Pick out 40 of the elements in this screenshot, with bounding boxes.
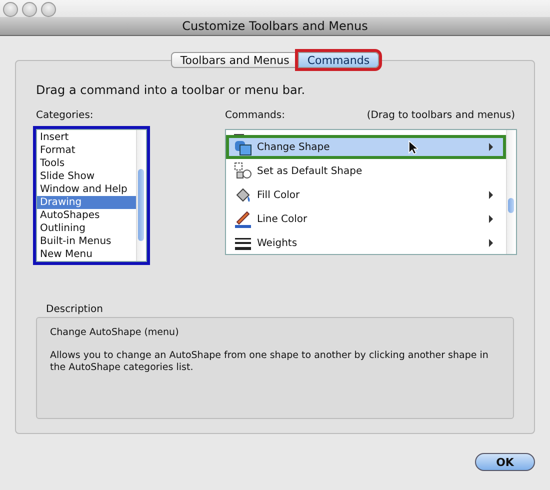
list-item[interactable]: Drawing bbox=[37, 196, 136, 209]
list-item[interactable]: AutoShapes bbox=[37, 209, 136, 222]
zoom-button[interactable] bbox=[41, 2, 56, 17]
command-item[interactable]: Weights bbox=[226, 231, 506, 254]
instruction-text: Drag a command into a toolbar or menu bar. bbox=[36, 83, 306, 97]
list-item[interactable]: Insert bbox=[37, 131, 136, 144]
pencil-icon bbox=[234, 210, 252, 228]
description-text: Allows you to change an AutoShape from one shape to another by clicking another shape in the AutoShape categories list. bbox=[50, 350, 490, 374]
list-item[interactable]: Format bbox=[37, 144, 136, 157]
close-button[interactable] bbox=[3, 2, 18, 17]
scroll-bar[interactable] bbox=[136, 130, 146, 261]
ok-button[interactable]: OK bbox=[475, 453, 535, 471]
command-label: Line Color bbox=[257, 214, 308, 224]
description-label: Description bbox=[46, 304, 104, 315]
command-label: Set as Default Shape bbox=[257, 166, 362, 176]
hint-text: (Drag to toolbars and menus) bbox=[366, 110, 515, 121]
command-item[interactable]: Change Shape bbox=[226, 135, 506, 159]
command-item[interactable]: Fill Color bbox=[226, 183, 506, 207]
list-item[interactable]: Outlining bbox=[37, 222, 136, 235]
shapes-icon bbox=[234, 138, 252, 156]
command-label: Weights bbox=[257, 238, 298, 248]
list-item[interactable]: Tools bbox=[37, 157, 136, 170]
pointer-icon bbox=[408, 140, 418, 155]
commands-label: Commands: bbox=[225, 110, 285, 121]
command-label: Change Shape bbox=[257, 142, 330, 152]
shapes-icon bbox=[234, 162, 252, 180]
command-item[interactable]: Line Color bbox=[226, 207, 506, 231]
list-item[interactable]: Window and Help bbox=[37, 183, 136, 196]
tab[interactable]: Commands bbox=[298, 52, 379, 68]
list-item[interactable]: New Menu bbox=[37, 248, 136, 261]
window-title: Customize Toolbars and Menus bbox=[182, 19, 368, 33]
minimize-button[interactable] bbox=[22, 2, 37, 17]
paint-bucket-icon bbox=[234, 186, 252, 204]
list-item[interactable]: Built-in Menus bbox=[37, 235, 136, 248]
list-item[interactable]: Slide Show bbox=[37, 170, 136, 183]
command-item[interactable]: Set as Default Shape bbox=[226, 159, 506, 183]
categories-label: Categories: bbox=[36, 110, 94, 121]
scroll-bar[interactable] bbox=[506, 130, 516, 254]
description-title: Change AutoShape (menu) bbox=[50, 327, 180, 338]
command-label: Fill Color bbox=[257, 190, 300, 200]
